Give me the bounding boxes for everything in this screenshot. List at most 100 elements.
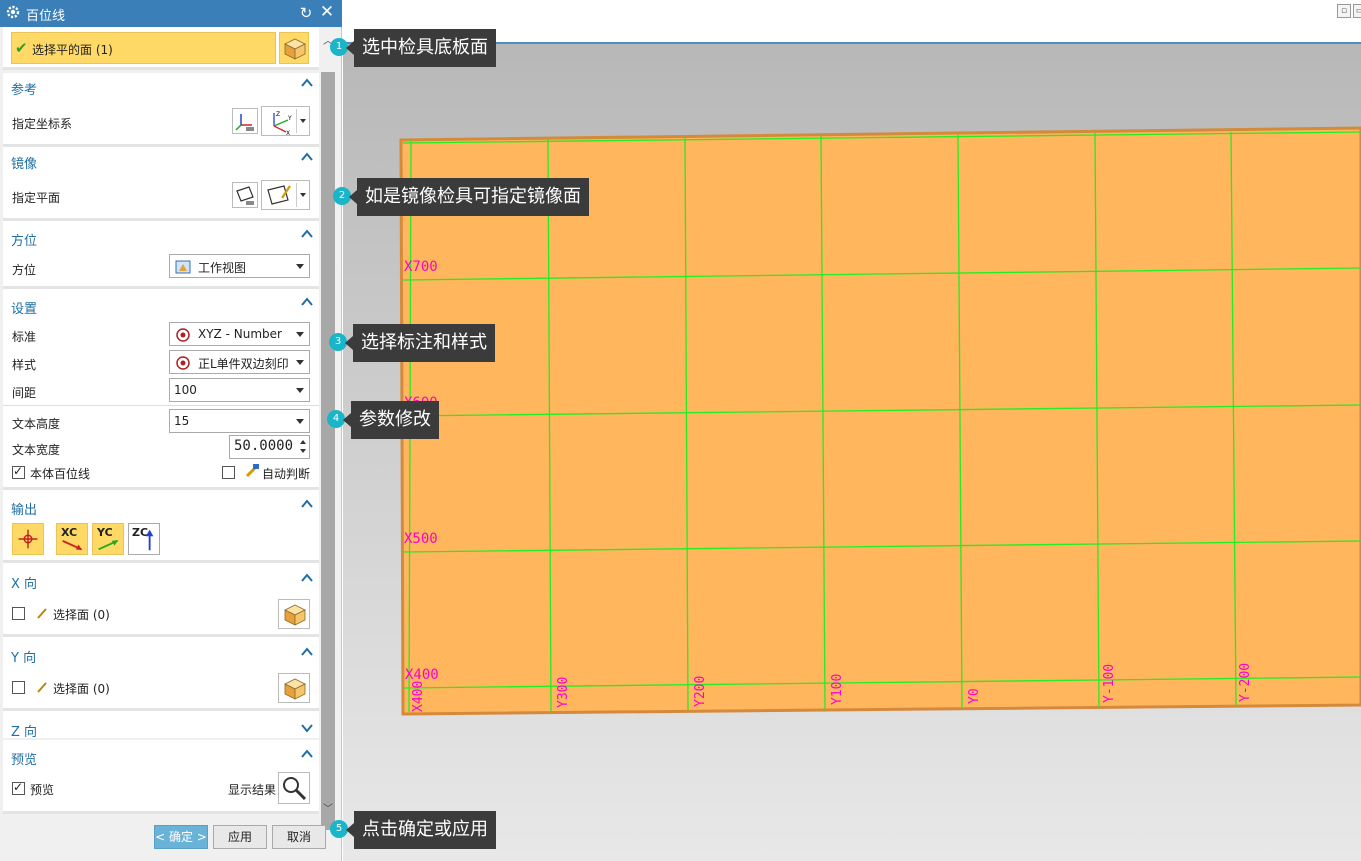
body-lines-checkbox[interactable]: [12, 464, 25, 479]
settings-badge-icon: [176, 356, 190, 370]
text-height-select[interactable]: 15: [169, 409, 310, 433]
dialog-title: 百位线: [26, 9, 66, 24]
standard-value: XYZ - Number: [198, 327, 282, 341]
plane-type-dropdown[interactable]: [261, 180, 310, 210]
standard-select[interactable]: XYZ - Number: [169, 322, 310, 346]
grid-label-x: X500: [404, 531, 438, 547]
y-direction-section: Y 向 选择面 (0): [3, 637, 319, 711]
chevron-up-icon[interactable]: [301, 152, 313, 162]
y-direction-select-face-label: 选择面 (0): [53, 682, 110, 696]
pencil-icon: [37, 608, 47, 619]
chevron-up-icon[interactable]: [301, 229, 313, 239]
settings-divider: [3, 405, 319, 406]
auto-infer-label: 自动判断: [262, 467, 311, 481]
reset-icon[interactable]: ↻: [298, 4, 314, 22]
plane-dialog-button[interactable]: [232, 182, 258, 208]
chevron-up-icon[interactable]: [301, 78, 313, 88]
plane-icon: [236, 186, 254, 205]
show-result-button[interactable]: [278, 772, 310, 804]
plate-scene[interactable]: X700 X600 X500 X400 X400 Y300 Y200 Y100 …: [343, 0, 1361, 861]
settings-badge-icon: [176, 328, 190, 342]
style-label: 样式: [12, 358, 37, 372]
point-output-button[interactable]: [12, 523, 44, 555]
dropdown-arrow-icon: [296, 264, 304, 269]
zc-output-button[interactable]: ZC: [128, 523, 160, 555]
spacing-select[interactable]: 100: [169, 378, 310, 402]
z-direction-section[interactable]: Z 向: [3, 711, 319, 740]
chevron-up-icon[interactable]: [301, 749, 313, 759]
dropdown-arrow-icon: [300, 193, 306, 197]
x-axis-arrow-icon: [62, 540, 83, 551]
text-width-label: 文本宽度: [12, 443, 61, 457]
yc-output-button[interactable]: YC: [92, 523, 124, 555]
scroll-down-icon[interactable]: ﹀: [323, 800, 333, 815]
preview-checkbox[interactable]: [12, 780, 25, 795]
text-height-label: 文本高度: [12, 417, 61, 431]
svg-text:Z: Z: [276, 111, 280, 118]
orientation-select[interactable]: 工作视图: [169, 254, 310, 278]
y-direction-checkbox[interactable]: [12, 681, 25, 694]
hundred-line-dialog: 百位线 ↻ ✕ ✔ 选择平的面 (1) 参考 指定坐标系 Z Y X 镜像 指定…: [0, 0, 342, 861]
orientation-value: 工作视图: [198, 261, 247, 275]
callout-text: 点击确定或应用: [346, 811, 496, 849]
apply-button[interactable]: 应用: [213, 825, 267, 849]
face-cube-button[interactable]: [279, 32, 309, 64]
select-flat-face-label: 选择平的面 (1): [32, 43, 113, 57]
style-select[interactable]: 正L单件双边刻印: [169, 350, 310, 374]
preview-section: 预览 预览 显示结果: [3, 740, 319, 814]
z-direction-title: Z 向: [11, 725, 38, 740]
specify-plane-label: 指定平面: [12, 191, 61, 205]
y-direction-face-button[interactable]: [278, 673, 310, 703]
spinner-down-icon[interactable]: [300, 449, 306, 453]
x-direction-section: X 向 选择面 (0): [3, 563, 319, 637]
csys-icon: [235, 114, 254, 131]
text-width-input[interactable]: 50.0000: [229, 435, 310, 459]
csys-dialog-button[interactable]: [232, 108, 258, 134]
chevron-up-icon[interactable]: [301, 297, 313, 307]
magnifier-icon: [283, 777, 307, 801]
x-direction-face-button[interactable]: [278, 599, 310, 629]
x-direction-checkbox[interactable]: [12, 607, 25, 620]
text-height-value: 15: [174, 414, 190, 428]
spacing-label: 间距: [12, 386, 37, 400]
grid-label-y: Y-100: [1102, 664, 1117, 703]
chevron-up-icon[interactable]: [301, 647, 313, 657]
face-selection-section: ✔ 选择平的面 (1): [3, 27, 319, 70]
standard-label: 标准: [12, 330, 37, 344]
orientation-section: 方位 方位 工作视图: [3, 221, 319, 289]
dropdown-arrow-icon: [296, 419, 304, 424]
pencil-infer-icon: [245, 464, 259, 478]
mirror-section: 镜像 指定平面: [3, 147, 319, 221]
ok-button[interactable]: < 确定 >: [154, 825, 208, 849]
work-view-icon: [175, 260, 191, 274]
check-icon: ✔: [15, 39, 28, 57]
z-axis-arrow-icon: [145, 529, 154, 551]
body-lines-label: 本体百位线: [30, 467, 91, 481]
select-flat-face-row[interactable]: ✔ 选择平的面 (1): [11, 32, 276, 64]
grid-label-x: X400: [405, 667, 439, 683]
preview-section-title: 预览: [11, 753, 38, 768]
output-section: 输出 XC YC ZC: [3, 490, 319, 563]
grid-label-y: Y-200: [1238, 663, 1253, 702]
gear-icon[interactable]: [5, 4, 21, 20]
scrollbar-thumb[interactable]: [321, 72, 335, 830]
close-icon[interactable]: ✕: [318, 3, 336, 21]
chevron-down-icon[interactable]: [301, 723, 313, 733]
y-axis-arrow-icon: [98, 539, 119, 551]
dialog-title-bar[interactable]: 百位线 ↻ ✕: [0, 0, 342, 27]
specify-csys-label: 指定坐标系: [12, 117, 73, 131]
spinner-up-icon[interactable]: [300, 440, 306, 444]
chevron-up-icon[interactable]: [301, 573, 313, 583]
csys-type-dropdown[interactable]: Z Y X: [261, 106, 310, 136]
show-result-label: 显示结果: [228, 783, 277, 797]
callout-text: 参数修改: [343, 401, 439, 439]
callout-text: 选中检具底板面: [346, 29, 496, 67]
graphics-viewport[interactable]: ▫ ▭ X700 X600 X500 X400 X400 Y300 Y200 Y…: [343, 0, 1361, 861]
auto-infer-checkbox[interactable]: [222, 466, 235, 479]
xc-output-button[interactable]: XC: [56, 523, 88, 555]
spacing-value: 100: [174, 383, 197, 397]
dropdown-arrow-icon: [296, 332, 304, 337]
chevron-up-icon[interactable]: [301, 499, 313, 509]
cube-icon: [284, 678, 306, 700]
cancel-button[interactable]: 取消: [272, 825, 326, 849]
